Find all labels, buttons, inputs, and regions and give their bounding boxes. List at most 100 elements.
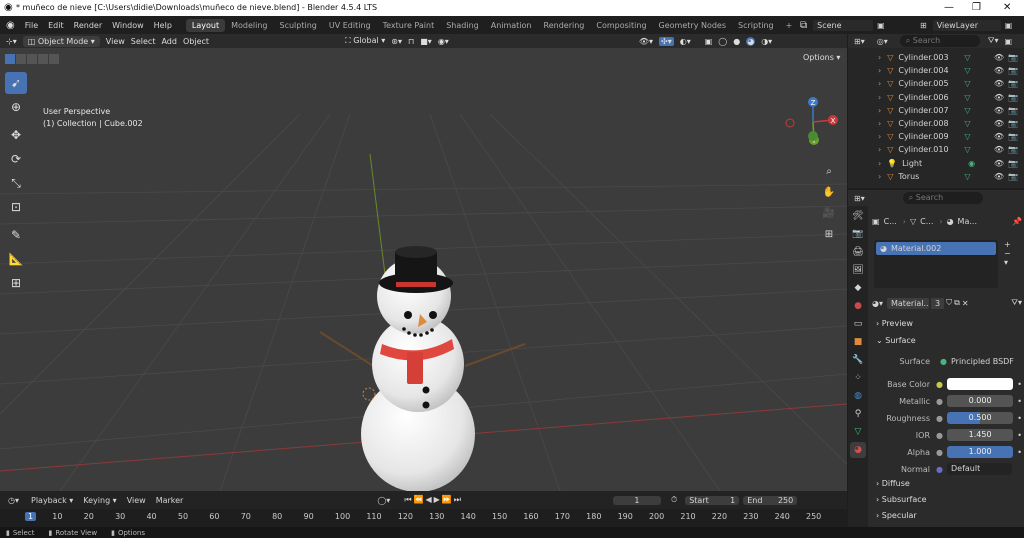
- maximize-button[interactable]: ❐: [972, 2, 981, 13]
- render-camera-icon[interactable]: 📷: [1008, 159, 1018, 168]
- jump-start-icon[interactable]: ⏮: [404, 495, 413, 504]
- properties-editor[interactable]: ⊞▾ ⌕ Search 🛠 📷 🖨 🖼 ◆ ● ▭ ■ 🔧 ⁘ ◍ ⚲ ▽ ◕ …: [848, 190, 1024, 527]
- editor-type-icon[interactable]: ⊹▾: [6, 37, 17, 46]
- gizmo-neg-y-icon[interactable]: [808, 131, 818, 141]
- render-camera-icon[interactable]: 📷: [1008, 132, 1018, 141]
- menu-file[interactable]: File: [25, 21, 38, 30]
- gizmo-toggle-icon[interactable]: ✣▾: [659, 36, 674, 46]
- viewport-menu-view[interactable]: View: [106, 37, 125, 46]
- menu-help[interactable]: Help: [154, 21, 172, 30]
- prev-key-icon[interactable]: ⏪: [414, 495, 426, 504]
- expand-arrow-icon[interactable]: ›: [878, 106, 881, 115]
- visibility-eye-icon[interactable]: 👁: [994, 79, 1004, 88]
- menu-window[interactable]: Window: [112, 21, 144, 30]
- outliner-editor-icon[interactable]: ⊞▾: [854, 37, 865, 46]
- outliner-row[interactable]: › ▽ Cylinder.004 ▽ 👁 📷: [848, 64, 1024, 77]
- timeline-ruler[interactable]: 1 10 20 30 40 50 60 70 80 90 100 110 120 130 140 150 160…: [0, 509, 847, 527]
- gizmo-neg-x-icon[interactable]: [785, 118, 795, 128]
- specular-panel[interactable]: › Specular: [876, 511, 917, 520]
- menu-render[interactable]: Render: [74, 21, 102, 30]
- visibility-eye-icon[interactable]: 👁: [994, 172, 1004, 181]
- outliner-item-name[interactable]: Cylinder.010: [898, 145, 958, 154]
- view-layer-selector[interactable]: ⊞ ViewLayer ▣: [920, 18, 1012, 32]
- outliner-row[interactable]: › 💡 Light ◉ 👁 📷: [848, 157, 1024, 170]
- pivot-icon[interactable]: ⊛▾: [391, 37, 402, 46]
- menu-edit[interactable]: Edit: [48, 21, 64, 30]
- tab-particles-icon[interactable]: ⁘: [850, 370, 866, 386]
- subsurface-panel[interactable]: › Subsurface: [876, 495, 927, 504]
- pan-hand-icon[interactable]: ✋: [820, 183, 838, 201]
- tab-material-icon[interactable]: ◕: [850, 442, 866, 458]
- start-frame-field[interactable]: Start 1: [685, 495, 740, 505]
- normal-field[interactable]: Default: [946, 463, 1012, 475]
- expand-arrow-icon[interactable]: ›: [878, 172, 881, 181]
- outliner-row[interactable]: › ▽ Torus ▽ 👁 📷: [848, 170, 1024, 183]
- next-key-icon[interactable]: ⏩: [442, 495, 454, 504]
- outliner-row[interactable]: › ▽ Cylinder.008 ▽ 👁 📷: [848, 117, 1024, 130]
- end-frame-field[interactable]: End 250: [743, 495, 798, 505]
- filter-funnel-icon[interactable]: ⛛▾: [988, 36, 999, 46]
- outliner-row[interactable]: › ▽ Cylinder.007 ▽ 👁 📷: [848, 104, 1024, 117]
- tab-scene-icon[interactable]: ◆: [850, 280, 866, 296]
- tab-physics-icon[interactable]: ◍: [850, 388, 866, 404]
- render-camera-icon[interactable]: 📷: [1008, 145, 1018, 154]
- outliner-item-name[interactable]: Cylinder.008: [898, 119, 958, 128]
- jump-end-icon[interactable]: ⏭: [454, 495, 463, 504]
- expand-arrow-icon[interactable]: ›: [878, 66, 881, 75]
- remove-slot-button[interactable]: −: [1004, 249, 1018, 258]
- expand-arrow-icon[interactable]: ›: [878, 79, 881, 88]
- shading-rendered-icon[interactable]: ◑▾: [761, 37, 772, 46]
- tool-measure[interactable]: 📐: [5, 248, 27, 270]
- outliner-filter-icon[interactable]: ◎▾: [877, 37, 888, 46]
- outliner-item-name[interactable]: Cylinder.007: [898, 106, 958, 115]
- material-users-count[interactable]: 3: [931, 297, 945, 309]
- tab-world-icon[interactable]: ●: [850, 298, 866, 314]
- visibility-eye-icon[interactable]: 👁: [994, 53, 1004, 62]
- timeline-menu-marker[interactable]: Marker: [156, 496, 184, 505]
- tab-object-icon[interactable]: ■: [850, 334, 866, 350]
- expand-arrow-icon[interactable]: ›: [878, 119, 881, 128]
- outliner-search-input[interactable]: ⌕ Search: [899, 35, 980, 47]
- material-filter-icon[interactable]: ⛛▾: [1011, 298, 1022, 308]
- add-workspace-button[interactable]: +: [780, 19, 799, 32]
- tab-compositing[interactable]: Compositing: [590, 19, 652, 32]
- tool-move[interactable]: ✥: [5, 124, 27, 146]
- tab-modeling[interactable]: Modeling: [225, 19, 273, 32]
- view-layer-new-icon[interactable]: ▣: [1005, 21, 1013, 30]
- outliner-row[interactable]: › ▽ Cylinder.006 ▽ 👁 📷: [848, 91, 1024, 104]
- render-camera-icon[interactable]: 📷: [1008, 53, 1018, 62]
- play-reverse-icon[interactable]: ◀: [425, 495, 433, 504]
- current-frame-field[interactable]: 1: [612, 495, 661, 505]
- duplicate-material-icon[interactable]: ⧉: [954, 298, 960, 308]
- diffuse-panel[interactable]: › Diffuse: [876, 479, 910, 488]
- snap-icon[interactable]: ⊓: [408, 37, 414, 46]
- material-slot-list[interactable]: ◕ Material.002: [874, 240, 998, 288]
- render-camera-icon[interactable]: 📷: [1008, 66, 1018, 75]
- tab-shading[interactable]: Shading: [440, 19, 485, 32]
- timeline-menu-view[interactable]: View: [127, 496, 146, 505]
- unlink-material-icon[interactable]: ✕: [962, 299, 969, 308]
- tab-texture-paint[interactable]: Texture Paint: [377, 19, 441, 32]
- surface-shader-value[interactable]: Principled BSDF: [951, 357, 1014, 366]
- timeline-editor-icon[interactable]: ◷▾: [8, 496, 19, 505]
- surface-panel[interactable]: ⌄ Surface: [876, 336, 916, 345]
- select-invert-icon[interactable]: [38, 54, 48, 64]
- outliner-row[interactable]: › ▽ Cylinder.003 ▽ 👁 📷: [848, 51, 1024, 64]
- outliner-item-name[interactable]: Cylinder.005: [898, 79, 958, 88]
- tab-tool-icon[interactable]: 🛠: [850, 208, 866, 224]
- tab-scripting[interactable]: Scripting: [732, 19, 780, 32]
- slot-specials-button[interactable]: ▾: [1004, 258, 1018, 267]
- pin-icon[interactable]: 📌: [1012, 217, 1022, 226]
- select-intersect-icon[interactable]: [49, 54, 59, 64]
- scene-selector[interactable]: ⧉ Scene ▣: [800, 18, 885, 32]
- visibility-eye-icon[interactable]: 👁: [994, 106, 1004, 115]
- outliner[interactable]: ⊞▾ ◎▾ ⌕ Search ⛛▾ ▣ › ▽ Cylinder.003 ▽ 👁 📷 › ▽ C…: [848, 34, 1024, 188]
- tool-annotate[interactable]: ✎: [5, 224, 27, 246]
- object-mode-dropdown[interactable]: ◫ Object Mode ▾: [22, 35, 100, 47]
- keyframe-dot-icon[interactable]: •: [1017, 380, 1022, 389]
- keyframe-dot-icon[interactable]: •: [1017, 397, 1022, 406]
- shading-wireframe-icon[interactable]: ◯: [718, 37, 727, 46]
- expand-arrow-icon[interactable]: ›: [878, 145, 881, 154]
- close-window-button[interactable]: ✕: [1003, 2, 1011, 13]
- play-icon[interactable]: ▶: [434, 495, 442, 504]
